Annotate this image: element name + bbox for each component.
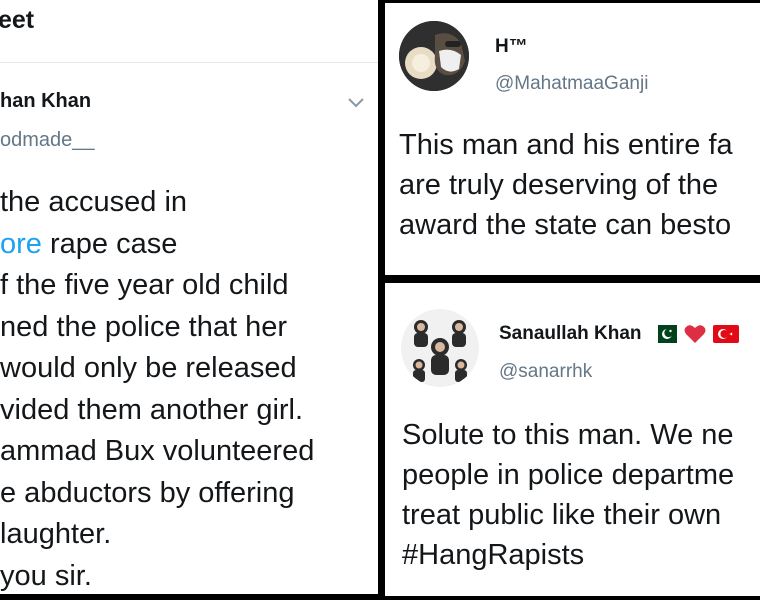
tweet-line: e abductors by offering [0,476,295,509]
tweet-line: f the five year old child [0,269,289,301]
red-heart-icon [684,325,706,343]
avatar[interactable] [399,21,469,91]
author-name-row[interactable]: Sanaullah Khan [499,323,740,345]
tweet-line: ammad Bux volunteered [0,435,315,467]
chevron-down-icon[interactable] [346,95,366,109]
author-handle[interactable]: @sanarrhk [499,361,592,383]
header-divider [0,62,378,63]
tweet-text: the accused in ore rape case f the five … [0,182,378,594]
turkey-flag-icon [713,324,740,343]
tweet-line: award the state can besto [399,209,732,241]
tweet-line: the accused in [0,186,188,218]
tweet-line: ned the police that her [0,310,287,343]
author-name[interactable]: han Khan [0,90,91,113]
hashtag-link[interactable]: #HangRapists [402,535,734,575]
header-title: eet [0,6,35,34]
left-tweet-panel: eet han Khan odmade__ the accused in ore… [0,0,378,594]
author-name[interactable]: Sanaullah Khan [499,323,642,344]
tweet-line: laughter. [0,518,112,550]
tweet-line: Solute to this man. We ne [402,419,734,451]
tweet-text: Solute to this man. We ne people in poli… [402,415,734,575]
tweet-line: ore rape case [0,227,178,260]
tweet-text: This man and his entire fa are truly des… [399,125,733,245]
avatar[interactable] [401,309,479,387]
author-name[interactable]: H™ [495,36,528,58]
tweet-line: you sir. [0,559,92,592]
tweet-line: treat public like their own [402,499,722,531]
tweet-line: people in police departme [402,459,735,491]
profile-photo-icon [401,309,479,387]
author-handle[interactable]: @MahatmaaGanji [495,73,648,95]
tweet-line: vided them another girl. [0,393,304,426]
tweet-line: This man and his entire fa [399,129,733,161]
top-right-tweet-panel: H™ @MahatmaaGanji This man and his entir… [385,3,760,275]
tweet-line: would only be released [0,352,297,384]
profile-photo-icon [399,21,469,91]
bottom-right-tweet-panel: Sanaullah Khan @sanarrhk Solute to this … [385,283,760,596]
tweet-line: are truly deserving of the [399,169,719,201]
pakistan-flag-icon [650,324,677,343]
author-handle[interactable]: odmade__ [0,129,95,152]
location-link[interactable]: ore [0,228,42,260]
